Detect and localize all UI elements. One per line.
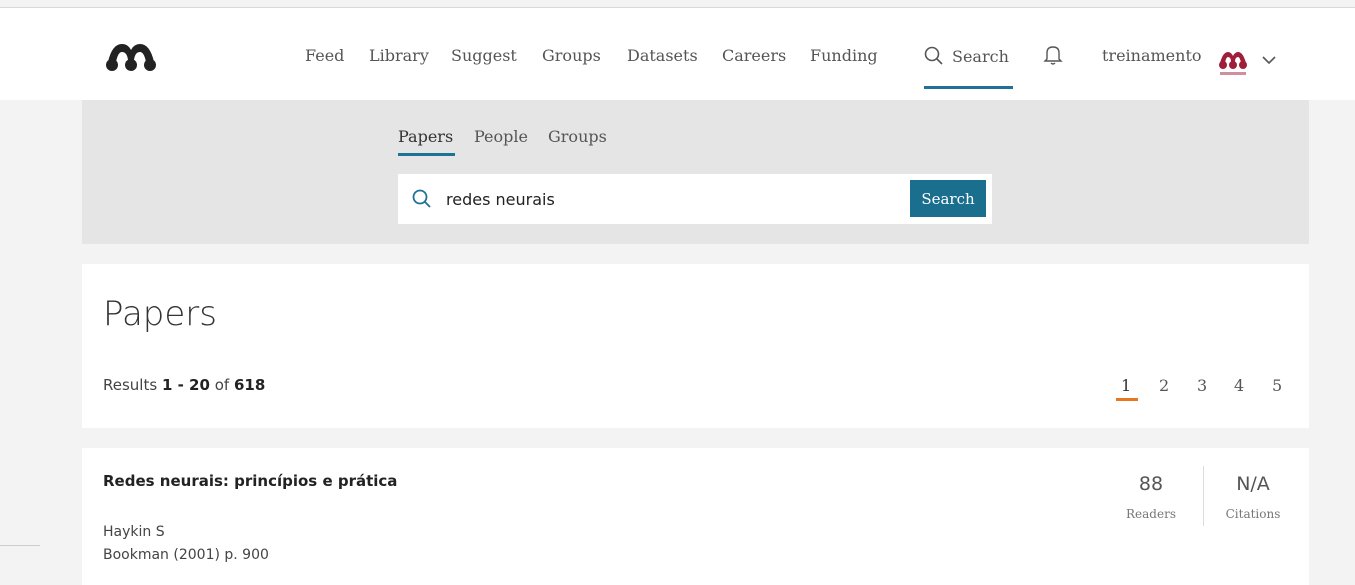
top-navbar: Feed Library Suggest Groups Datasets Car… <box>0 8 1355 100</box>
tab-people[interactable]: People <box>474 127 528 146</box>
search-panel: Papers People Groups Search <box>82 100 1309 244</box>
readers-label: Readers <box>1126 507 1176 521</box>
metric-divider <box>1203 466 1204 526</box>
page-link-3[interactable]: 3 <box>1197 376 1207 395</box>
tab-groups[interactable]: Groups <box>548 127 607 146</box>
results-range: 1 - 20 <box>161 376 210 394</box>
nav-search-label: Search <box>952 46 1009 66</box>
page-link-4[interactable]: 4 <box>1234 376 1244 395</box>
results-summary: Results 1 - 20 of 618 <box>103 376 265 394</box>
page-title: Papers <box>103 294 218 334</box>
tab-active-indicator <box>398 153 455 156</box>
nav-suggest[interactable]: Suggest <box>451 46 517 65</box>
search-button[interactable]: Search <box>910 180 986 217</box>
results-total: 618 <box>233 376 266 394</box>
results-of: of <box>214 376 230 394</box>
search-input[interactable] <box>446 186 886 212</box>
nav-datasets[interactable]: Datasets <box>627 46 698 65</box>
divider <box>0 545 40 546</box>
readers-count: 88 <box>1138 473 1164 495</box>
avatar[interactable] <box>1217 48 1249 78</box>
list-item: Redes neurais: princípios e prática Hayk… <box>82 448 1309 585</box>
search-box <box>398 174 992 224</box>
username[interactable]: treinamento <box>1102 46 1202 65</box>
nav-careers[interactable]: Careers <box>722 46 786 65</box>
results-prefix: Results <box>103 376 158 394</box>
page-link-5[interactable]: 5 <box>1272 376 1282 395</box>
chevron-down-icon[interactable] <box>1261 52 1277 68</box>
paper-author[interactable]: Haykin S <box>103 524 165 540</box>
paper-publication: Bookman (2001) p. 900 <box>103 547 269 563</box>
paper-title[interactable]: Redes neurais: princípios e prática <box>103 472 397 490</box>
search-icon <box>412 189 431 208</box>
mendeley-logo[interactable] <box>104 38 158 74</box>
papers-header-card: Papers Results 1 - 20 of 618 1 2 3 4 5 <box>82 264 1309 428</box>
nav-feed[interactable]: Feed <box>305 46 344 65</box>
page-link-2[interactable]: 2 <box>1159 376 1169 395</box>
nav-search[interactable]: Search <box>924 46 1009 66</box>
search-icon <box>924 46 943 65</box>
tab-papers[interactable]: Papers <box>398 127 453 146</box>
citations-label: Citations <box>1225 507 1281 521</box>
bell-icon[interactable] <box>1043 44 1063 66</box>
current-page-indicator <box>1116 398 1138 401</box>
nav-groups[interactable]: Groups <box>542 46 601 65</box>
nav-funding[interactable]: Funding <box>810 46 878 65</box>
citations-count: N/A <box>1236 473 1270 495</box>
nav-library[interactable]: Library <box>369 46 429 65</box>
page-link-1[interactable]: 1 <box>1121 376 1131 395</box>
nav-search-active-indicator <box>924 86 1013 89</box>
